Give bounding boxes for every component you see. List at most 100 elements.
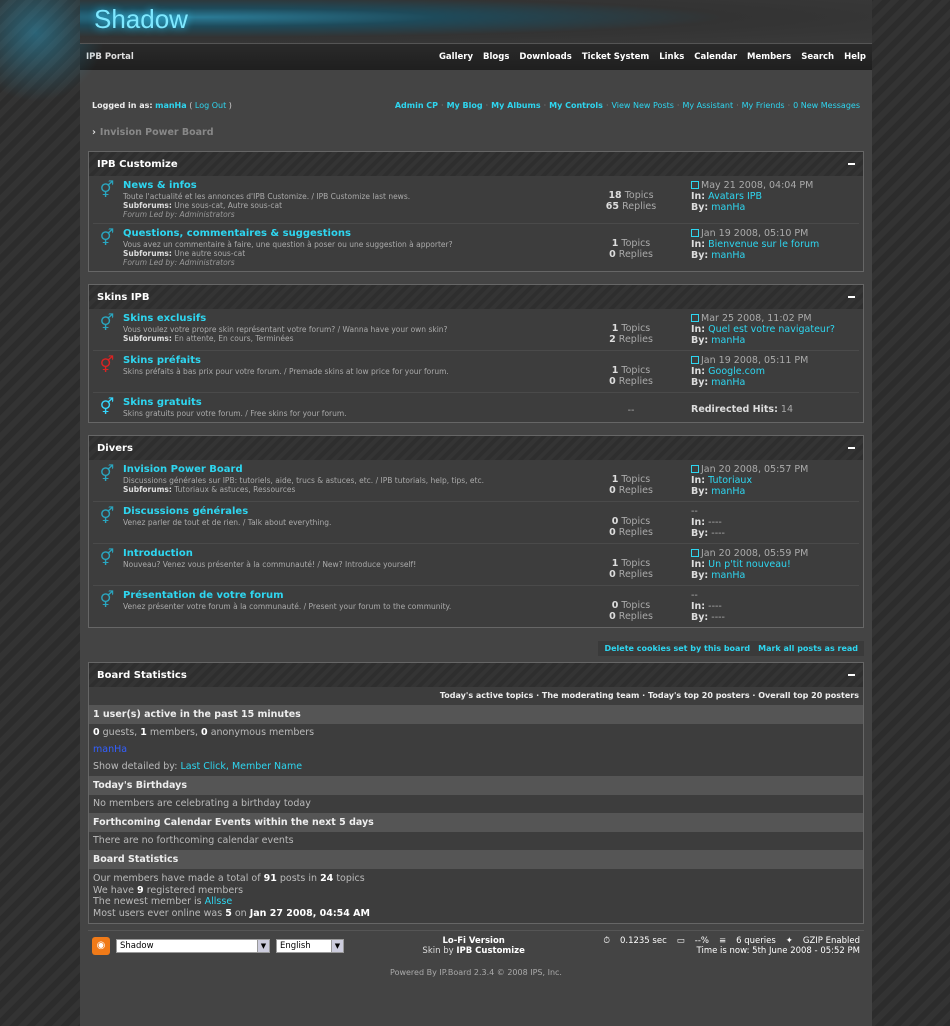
- forum-title[interactable]: Invision Power Board: [123, 464, 569, 475]
- last-post-topic-link[interactable]: Bienvenue sur le forum: [708, 239, 819, 250]
- category-title[interactable]: Skins IPB: [97, 292, 150, 303]
- user-control-view-new-posts[interactable]: View New Posts: [611, 101, 673, 110]
- collapse-icon[interactable]: [848, 163, 855, 165]
- show-detailed: Show detailed by: Last Click, Member Nam…: [93, 761, 303, 772]
- last-post-author-link[interactable]: manHa: [711, 202, 745, 213]
- category-title[interactable]: IPB Customize: [97, 159, 178, 170]
- nav-link-help[interactable]: Help: [844, 52, 866, 62]
- forum-title[interactable]: Questions, commentaires & suggestions: [123, 228, 569, 239]
- last-post-icon[interactable]: [691, 314, 699, 322]
- newest-member-link[interactable]: Allsse: [205, 896, 233, 907]
- forum-title[interactable]: Discussions générales: [123, 506, 569, 517]
- last-post: -- In: ---- By: ----: [691, 506, 725, 539]
- last-post-icon[interactable]: [691, 465, 699, 473]
- gzip-icon: ✦: [785, 935, 793, 946]
- forum-stats: --: [627, 405, 635, 416]
- forum-stats: 1 Topics 0 Replies: [609, 238, 653, 260]
- forum-row: ⚥ Introduction Nouveau? Venez vous prése…: [93, 544, 859, 586]
- user-control-my-controls[interactable]: My Controls: [549, 101, 603, 110]
- last-post-topic-link[interactable]: Quel est votre navigateur?: [708, 324, 835, 335]
- nav-link-members[interactable]: Members: [747, 52, 791, 62]
- birthdays-header: Today's Birthdays: [89, 776, 863, 795]
- logo[interactable]: Shadow: [94, 4, 188, 35]
- category-1: Skins IPB ⚥ Skins exclusifs Vous voulez v…: [88, 284, 864, 423]
- breadcrumb-link[interactable]: Invision Power Board: [100, 127, 214, 138]
- subforums: Subforums: En attente, En cours, Terminé…: [123, 334, 294, 343]
- forum-led-by: Forum Led by: Administrators: [123, 258, 235, 267]
- skin-by-link[interactable]: IPB Customize: [456, 946, 525, 956]
- board-actions: Delete cookies set by this board Mark al…: [80, 641, 864, 656]
- forum-stats: 1 Topics 0 Replies: [609, 365, 653, 387]
- user-control-my-assistant[interactable]: My Assistant: [682, 101, 733, 110]
- mark-read-link[interactable]: Mark all posts as read: [758, 644, 858, 653]
- last-post: Jan 19 2008, 05:11 PM In: Google.com By:…: [691, 355, 809, 388]
- forum-stats: 18 Topics 65 Replies: [605, 190, 657, 212]
- delete-cookies-link[interactable]: Delete cookies set by this board: [604, 644, 750, 653]
- user-control-my-albums[interactable]: My Albums: [491, 101, 540, 110]
- calendar-header: Forthcoming Calendar Events within the n…: [89, 813, 863, 832]
- last-post-icon[interactable]: [691, 549, 699, 557]
- detail-links[interactable]: Last Click, Member Name: [180, 761, 302, 772]
- user-control-my-friends[interactable]: My Friends: [742, 101, 785, 110]
- active-counts: 0 guests, 1 members, 0 anonymous members: [93, 727, 315, 738]
- board-stats-header: Board Statistics: [89, 850, 863, 869]
- nav-link-links[interactable]: Links: [659, 52, 684, 62]
- active-user-link[interactable]: manHa: [93, 744, 127, 755]
- forum-status-icon: ⚥: [99, 313, 115, 332]
- last-post-author-link[interactable]: manHa: [711, 335, 745, 346]
- nav-link-ticket-system[interactable]: Ticket System: [582, 52, 649, 62]
- collapse-icon[interactable]: [848, 447, 855, 449]
- forum-title[interactable]: Présentation de votre forum: [123, 590, 569, 601]
- username-link[interactable]: manHa: [155, 101, 187, 110]
- nav-link-gallery[interactable]: Gallery: [439, 52, 473, 62]
- user-control-admin-cp[interactable]: Admin CP: [395, 101, 438, 110]
- last-post-author-link[interactable]: manHa: [711, 570, 745, 581]
- category-title[interactable]: Divers: [97, 443, 133, 454]
- last-post: Jan 19 2008, 05:10 PM In: Bienvenue sur …: [691, 228, 820, 261]
- last-post-icon[interactable]: [691, 356, 699, 364]
- nav-links: Gallery Blogs Downloads Ticket System Links C…: [439, 52, 866, 62]
- skin-select[interactable]: Shadow ▼: [116, 938, 270, 953]
- last-post-author-link[interactable]: manHa: [711, 250, 745, 261]
- board-statistics: Board Statistics Today's active topics ·…: [88, 662, 864, 924]
- nav-link-calendar[interactable]: Calendar: [694, 52, 737, 62]
- last-post-icon[interactable]: [691, 229, 699, 237]
- collapse-icon[interactable]: [848, 296, 855, 298]
- nav-link-search[interactable]: Search: [801, 52, 834, 62]
- forum-stats: 1 Topics 0 Replies: [609, 558, 653, 580]
- collapse-icon[interactable]: [848, 674, 855, 676]
- last-post-author-link[interactable]: manHa: [711, 377, 745, 388]
- last-post-topic-link[interactable]: Un p'tit nouveau!: [708, 559, 791, 570]
- last-post-topic-link[interactable]: Google.com: [708, 366, 765, 377]
- last-post-icon[interactable]: [691, 181, 699, 189]
- forum-row: ⚥ Invision Power Board Discussions génér…: [93, 460, 859, 502]
- lofi-link[interactable]: Lo-Fi Version: [442, 936, 504, 946]
- chevron-down-icon: ▼: [331, 939, 343, 952]
- forum-title[interactable]: News & infos: [123, 180, 569, 191]
- user-control-my-blog[interactable]: My Blog: [447, 101, 483, 110]
- nav-link-downloads[interactable]: Downloads: [519, 52, 571, 62]
- nav-link-blogs[interactable]: Blogs: [483, 52, 509, 62]
- last-post: Jan 20 2008, 05:57 PM In: Tutoriaux By: …: [691, 464, 809, 497]
- last-post-author-link[interactable]: ----: [711, 528, 725, 539]
- forum-title[interactable]: Introduction: [123, 548, 569, 559]
- birthdays-text: No members are celebrating a birthday to…: [93, 798, 311, 809]
- forum-title[interactable]: Skins exclusifs: [123, 313, 569, 324]
- last-post-topic-link[interactable]: ----: [708, 517, 722, 528]
- rss-icon[interactable]: ◉: [92, 936, 110, 955]
- forum-title[interactable]: Skins préfaits: [123, 355, 569, 366]
- timer-icon: ⏱: [603, 935, 610, 946]
- logout-link[interactable]: Log Out: [195, 101, 226, 110]
- forum-title[interactable]: Skins gratuits: [123, 397, 569, 408]
- last-post-topic-link[interactable]: Tutoriaux: [708, 475, 752, 486]
- stats-links[interactable]: Today's active topics · The moderating t…: [89, 687, 863, 704]
- last-post-topic-link[interactable]: Avatars IPB: [708, 191, 762, 202]
- last-post-author-link[interactable]: ----: [711, 612, 725, 623]
- last-post-author-link[interactable]: manHa: [711, 486, 745, 497]
- user-control-0-new-messages[interactable]: 0 New Messages: [793, 101, 860, 110]
- forum-row: ⚥ Présentation de votre forum Venez prés…: [93, 586, 859, 627]
- language-select[interactable]: English ▼: [276, 938, 344, 953]
- navbar: IPB Portal GalleryBlogsDownloadsTicket S…: [80, 44, 872, 70]
- forum-stats: 0 Topics 0 Replies: [609, 516, 653, 538]
- last-post-topic-link[interactable]: ----: [708, 601, 722, 612]
